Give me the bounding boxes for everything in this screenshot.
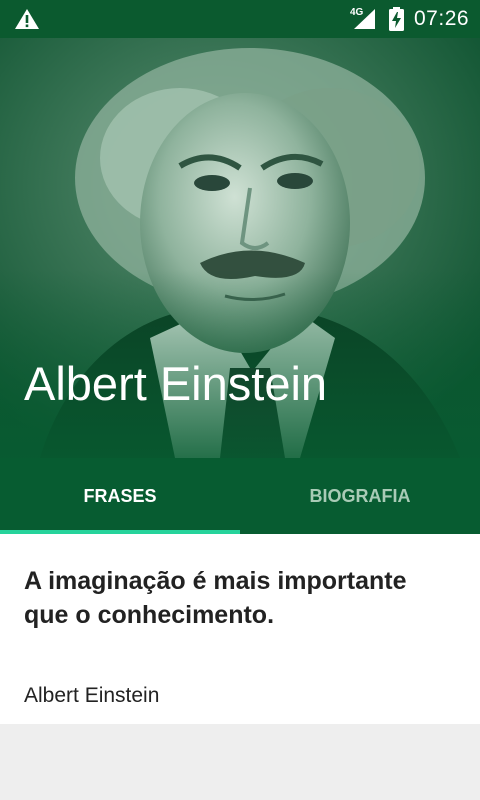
battery-charging-icon [389, 7, 404, 31]
tab-bar: FRASES BIOGRAFIA [0, 458, 480, 534]
status-bar: 4G 07:26 [0, 0, 480, 38]
app-header: Albert Einstein FRASES BIOGRAFIA [0, 38, 480, 534]
quote-text: A imaginação é mais importante que o con… [24, 567, 407, 629]
tab-frases[interactable]: FRASES [0, 458, 240, 534]
page-title: Albert Einstein [24, 357, 328, 410]
warning-icon [15, 9, 39, 29]
tab-biografia[interactable]: BIOGRAFIA [240, 458, 480, 534]
quote-author: Albert Einstein [24, 684, 160, 707]
clock: 07:26 [414, 7, 470, 30]
quote-card[interactable]: A imaginação é mais importante que o con… [0, 534, 480, 724]
signal-icon [354, 9, 375, 29]
